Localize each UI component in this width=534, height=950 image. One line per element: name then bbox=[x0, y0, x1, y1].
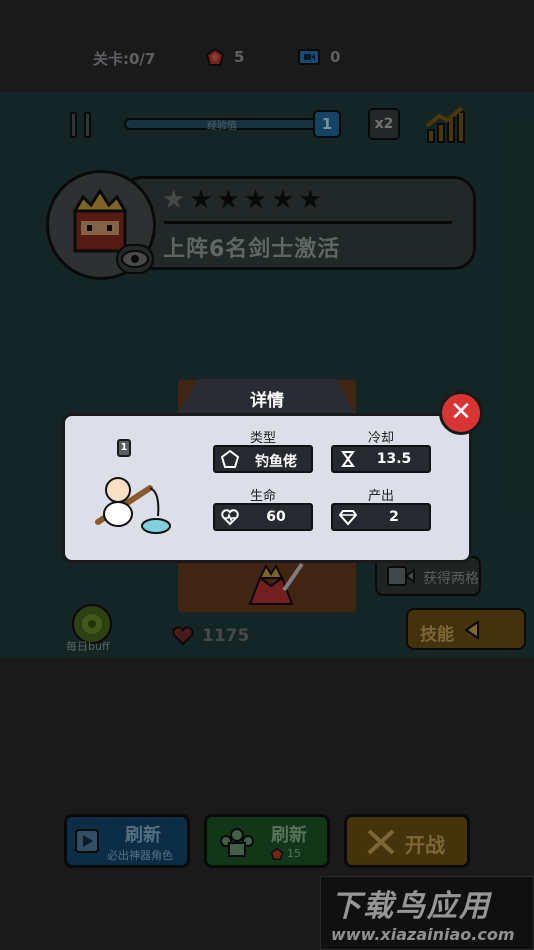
diamond-icon bbox=[339, 510, 357, 526]
unit-level-badge: 1 bbox=[117, 439, 131, 457]
type-label: 类型 bbox=[249, 431, 276, 446]
heartbeat-icon bbox=[221, 509, 239, 526]
hp-value-box: 60 bbox=[213, 503, 313, 531]
cooldown-value-box: 13.5 bbox=[331, 445, 431, 473]
hp-label: 生命 bbox=[249, 489, 276, 504]
close-button[interactable]: ✕ bbox=[439, 391, 483, 435]
output-label: 产出 bbox=[367, 489, 394, 504]
output-value-box: 2 bbox=[331, 503, 431, 531]
hp-value: 60 bbox=[266, 509, 286, 525]
cooldown-value: 13.5 bbox=[376, 451, 412, 467]
pentagon-icon bbox=[221, 450, 239, 468]
output-value: 2 bbox=[389, 509, 399, 525]
type-value-box: 钓鱼佬 bbox=[213, 445, 313, 473]
dialog-title: 详情 bbox=[250, 391, 284, 411]
cooldown-label: 冷却 bbox=[367, 431, 394, 446]
type-value: 钓鱼佬 bbox=[255, 454, 297, 470]
hourglass-icon bbox=[341, 451, 355, 467]
fisherman-unit-icon bbox=[95, 477, 171, 534]
